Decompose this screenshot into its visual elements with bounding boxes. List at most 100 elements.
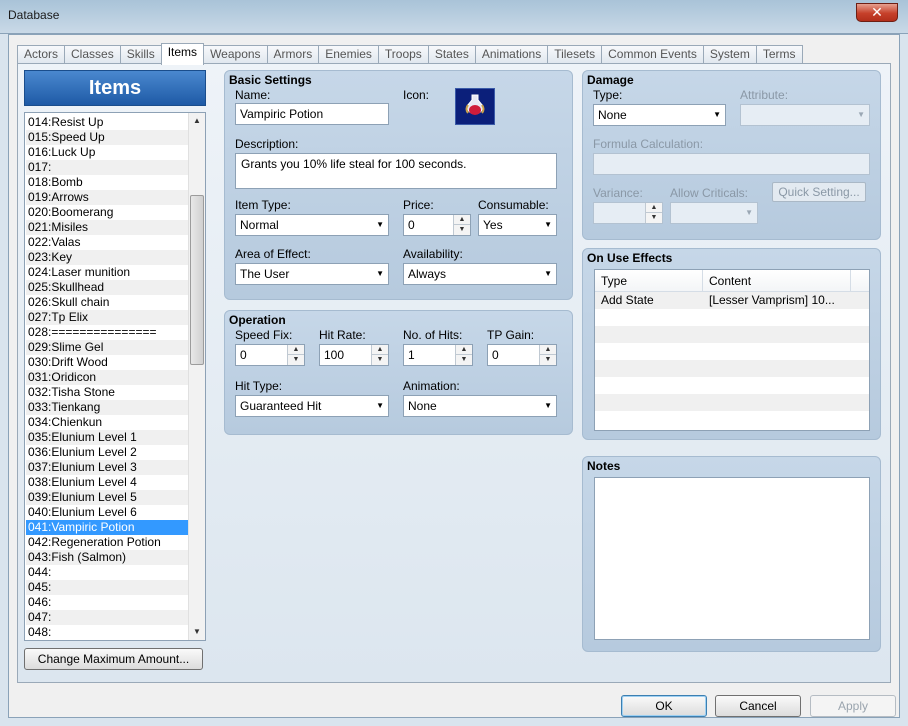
speed-input[interactable]: 0 ▲ ▼ [235,344,305,366]
potion-icon[interactable] [455,88,495,125]
list-item[interactable]: 045: [26,580,188,595]
attribute-select[interactable] [740,104,870,126]
list-item[interactable]: 043:Fish (Salmon) [26,550,188,565]
close-icon[interactable]: ✕ [871,4,883,20]
list-item[interactable]: 028:=============== [26,325,188,340]
item-type-select[interactable]: Normal [235,214,389,236]
list-item[interactable]: 038:Elunium Level 4 [26,475,188,490]
consumable-select[interactable]: Yes [478,214,557,236]
list-item[interactable]: 037:Elunium Level 3 [26,460,188,475]
apply-button[interactable]: Apply [810,695,896,717]
scroll-up-icon[interactable]: ▲ [189,113,205,129]
price-input[interactable]: 0 ▲ ▼ [403,214,471,236]
quick-setting-button[interactable]: Quick Setting... [772,182,866,202]
list-item[interactable]: 026:Skull chain [26,295,188,310]
list-item[interactable]: 022:Valas [26,235,188,250]
list-item[interactable]: 025:Skullhead [26,280,188,295]
tab-common-events[interactable]: Common Events [601,45,704,64]
formula-input[interactable] [593,153,870,175]
variance-spinner[interactable]: ▲ ▼ [645,203,662,223]
tp-gain-spinner[interactable]: ▲ ▼ [539,345,556,365]
list-item[interactable]: 042:Regeneration Potion [26,535,188,550]
table-row[interactable] [595,326,869,343]
list-item[interactable]: 039:Elunium Level 5 [26,490,188,505]
list-item[interactable]: 047: [26,610,188,625]
table-row[interactable] [595,309,869,326]
tab-animations[interactable]: Animations [474,45,549,64]
hit-type-select[interactable]: Guaranteed Hit [235,395,389,417]
tab-enemies[interactable]: Enemies [318,45,379,64]
list-item[interactable]: 029:Slime Gel [26,340,188,355]
list-item[interactable]: 036:Elunium Level 2 [26,445,188,460]
list-item[interactable]: 032:Tisha Stone [26,385,188,400]
scope-select[interactable]: The User [235,263,389,285]
list-item[interactable]: 021:Misiles [26,220,188,235]
list-item[interactable]: 023:Key [26,250,188,265]
list-item[interactable]: 035:Elunium Level 1 [26,430,188,445]
notes-input[interactable] [594,477,870,640]
speed-spinner[interactable]: ▲ ▼ [287,345,304,365]
variance-input[interactable]: ▲ ▼ [593,202,663,224]
name-input[interactable]: Vampiric Potion [235,103,389,125]
tab-weapons[interactable]: Weapons [203,45,268,64]
col-type-header[interactable]: Type [595,270,703,291]
tab-items[interactable]: Items [160,43,205,65]
list-item[interactable]: 044: [26,565,188,580]
scope-value: The User [240,267,290,281]
list-item[interactable]: 014:Resist Up [26,115,188,130]
table-row[interactable] [595,360,869,377]
scroll-down-icon[interactable]: ▼ [189,624,205,640]
criticals-select[interactable] [670,202,758,224]
list-item[interactable]: 040:Elunium Level 6 [26,505,188,520]
close-button[interactable]: ✕ [856,3,898,22]
description-input[interactable]: Grants you 10% life steal for 100 second… [235,153,557,189]
table-row[interactable] [595,343,869,360]
cancel-button[interactable]: Cancel [715,695,801,717]
hit-rate-input[interactable]: 100 ▲ ▼ [319,344,389,366]
item-list[interactable]: 014:Resist Up 015:Speed Up 016:Luck Up 017:… [24,112,206,641]
list-item[interactable]: 041:Vampiric Potion [26,520,188,535]
hits-spinner[interactable]: ▲ ▼ [455,345,472,365]
ok-button[interactable]: OK [621,695,707,717]
list-item[interactable]: 046: [26,595,188,610]
price-spinner[interactable]: ▲ ▼ [453,215,470,235]
list-item[interactable]: 048: [26,625,188,640]
tab-system[interactable]: System [702,45,757,64]
list-item[interactable]: 018:Bomb [26,175,188,190]
scroll-thumb[interactable] [190,195,204,365]
table-row[interactable] [595,377,869,394]
list-item[interactable]: 017: [26,160,188,175]
list-item[interactable]: 024:Laser munition [26,265,188,280]
tab-terms[interactable]: Terms [755,45,803,64]
effects-table[interactable]: Type Content Add State [Lesser Vamprism] … [594,269,870,431]
hit-rate-spinner[interactable]: ▲ ▼ [371,345,388,365]
col-content-header[interactable]: Content [703,270,851,291]
table-row[interactable] [595,411,869,428]
list-item[interactable]: 020:Boomerang [26,205,188,220]
effect-type-cell [595,394,703,411]
list-item[interactable]: 033:Tienkang [26,400,188,415]
tab-troops[interactable]: Troops [377,45,429,64]
tab-tilesets[interactable]: Tilesets [547,45,603,64]
list-item[interactable]: 027:Tp Elix [26,310,188,325]
availability-select[interactable]: Always [403,263,557,285]
list-scrollbar[interactable]: ▲ ▼ [188,113,205,640]
tab-states[interactable]: States [427,45,476,64]
list-item[interactable]: 015:Speed Up [26,130,188,145]
hits-input[interactable]: 1 ▲ ▼ [403,344,473,366]
list-item[interactable]: 034:Chienkun [26,415,188,430]
animation-select[interactable]: None [403,395,557,417]
list-item[interactable]: 019:Arrows [26,190,188,205]
list-item[interactable]: 016:Luck Up [26,145,188,160]
tp-gain-input[interactable]: 0 ▲ ▼ [487,344,557,366]
table-row[interactable] [595,394,869,411]
tab-skills[interactable]: Skills [119,45,162,64]
list-item[interactable]: 030:Drift Wood [26,355,188,370]
damage-type-select[interactable]: None [593,104,726,126]
tab-armors[interactable]: Armors [266,45,320,64]
tab-classes[interactable]: Classes [64,45,121,64]
change-maximum-button[interactable]: Change Maximum Amount... [24,648,203,670]
tab-actors[interactable]: Actors [17,45,66,64]
table-row[interactable]: Add State [Lesser Vamprism] 10... [595,292,869,309]
list-item[interactable]: 031:Oridicon [26,370,188,385]
